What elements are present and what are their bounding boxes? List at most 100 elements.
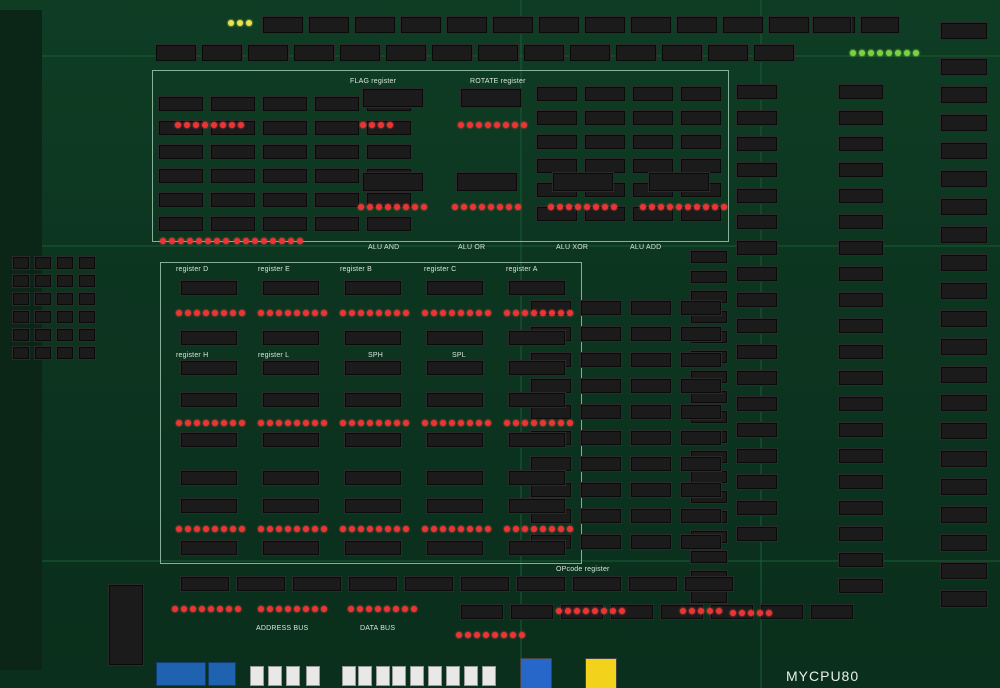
register-h-label: register H: [176, 352, 209, 359]
ic-chip: [630, 430, 672, 446]
led-indicator: [176, 310, 182, 316]
led-indicator: [485, 420, 491, 426]
led-indicator: [285, 526, 291, 532]
led-indicator: [877, 50, 883, 56]
led-indicator: [748, 610, 754, 616]
blue-push-button[interactable]: [520, 658, 552, 688]
led-indicator: [412, 204, 418, 210]
ic-chip: [680, 86, 722, 102]
led-indicator: [297, 238, 303, 244]
ic-chip: [510, 604, 554, 620]
toggle-switch[interactable]: [286, 666, 300, 686]
toggle-switch[interactable]: [342, 666, 356, 686]
led-indicator: [698, 608, 704, 614]
led-indicator: [707, 608, 713, 614]
led-row: [504, 420, 573, 426]
ic-chip: [158, 96, 204, 112]
toggle-switch[interactable]: [446, 666, 460, 686]
toggle-switch[interactable]: [250, 666, 264, 686]
toggle-switch[interactable]: [428, 666, 442, 686]
led-indicator: [513, 420, 519, 426]
ic-chip: [736, 266, 778, 282]
ic-chip: [630, 404, 672, 420]
ic-chip: [362, 172, 424, 192]
ic-chip: [180, 540, 238, 556]
toggle-switch[interactable]: [464, 666, 478, 686]
led-row: [228, 20, 252, 26]
toggle-switch[interactable]: [482, 666, 496, 686]
led-indicator: [175, 122, 181, 128]
led-indicator: [357, 606, 363, 612]
dip-switch-2[interactable]: [208, 662, 236, 686]
ic-chip: [536, 110, 578, 126]
ic-chip: [308, 16, 350, 34]
ic-chip: [838, 448, 884, 464]
toggle-switch[interactable]: [358, 666, 372, 686]
ic-chip: [180, 392, 238, 408]
led-indicator: [513, 310, 519, 316]
led-indicator: [196, 238, 202, 244]
led-indicator: [476, 526, 482, 532]
led-indicator: [312, 606, 318, 612]
toggle-switch[interactable]: [410, 666, 424, 686]
led-indicator: [485, 310, 491, 316]
led-indicator: [217, 606, 223, 612]
ic-chip: [34, 328, 52, 342]
led-indicator: [184, 122, 190, 128]
ic-chip: [158, 144, 204, 160]
led-indicator: [312, 310, 318, 316]
ic-chip: [56, 346, 74, 360]
led-indicator: [228, 20, 234, 26]
ic-chip: [314, 120, 360, 136]
ic-chip: [180, 498, 238, 514]
led-indicator: [187, 238, 193, 244]
led-indicator: [202, 122, 208, 128]
led-indicator: [458, 420, 464, 426]
ic-chip: [262, 144, 308, 160]
ic-chip: [426, 392, 484, 408]
ic-chip: [210, 168, 256, 184]
ic-chip: [615, 44, 657, 62]
led-indicator: [205, 238, 211, 244]
yellow-push-button[interactable]: [585, 658, 617, 688]
ic-chip: [492, 16, 534, 34]
dip-switch-1[interactable]: [156, 662, 206, 686]
led-indicator: [385, 310, 391, 316]
toggle-switch[interactable]: [376, 666, 390, 686]
led-indicator: [504, 420, 510, 426]
led-indicator: [358, 204, 364, 210]
led-row: [458, 122, 527, 128]
ic-chip: [158, 192, 204, 208]
led-row: [422, 420, 491, 426]
led-indicator: [276, 606, 282, 612]
toggle-switch[interactable]: [392, 666, 406, 686]
led-indicator: [267, 606, 273, 612]
led-indicator: [185, 526, 191, 532]
ic-chip: [940, 366, 988, 384]
ic-chip: [210, 96, 256, 112]
led-indicator: [230, 526, 236, 532]
ic-chip: [940, 394, 988, 412]
led-indicator: [422, 526, 428, 532]
ic-chip: [736, 110, 778, 126]
ic-chip: [344, 540, 402, 556]
led-indicator: [458, 122, 464, 128]
led-indicator: [375, 606, 381, 612]
ic-chip: [690, 590, 728, 604]
led-indicator: [730, 610, 736, 616]
toggle-switch[interactable]: [306, 666, 320, 686]
led-indicator: [501, 632, 507, 638]
toggle-switch[interactable]: [268, 666, 282, 686]
ic-chip: [180, 470, 238, 486]
ic-chip: [630, 482, 672, 498]
led-row: [422, 526, 491, 532]
ic-chip: [158, 168, 204, 184]
ic-chip: [366, 144, 412, 160]
ic-chip: [536, 134, 578, 150]
led-indicator: [531, 420, 537, 426]
led-indicator: [294, 310, 300, 316]
ic-chip: [684, 576, 734, 592]
ic-chip: [34, 346, 52, 360]
ic-chip: [354, 16, 396, 34]
ic-chip: [210, 192, 256, 208]
